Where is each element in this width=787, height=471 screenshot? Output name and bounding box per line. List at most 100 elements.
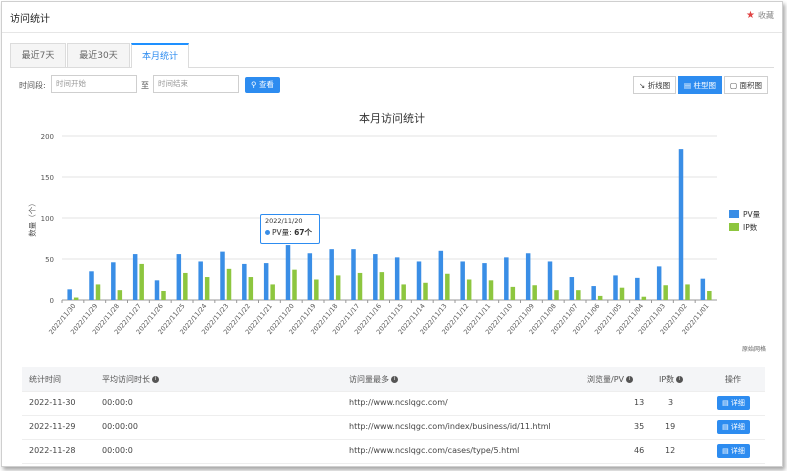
- chart-icon: ▤: [722, 399, 729, 407]
- y-tick-label: 200: [41, 133, 54, 141]
- info-icon[interactable]: i: [152, 376, 159, 383]
- ip-bar: [597, 295, 603, 300]
- ip-bar: [161, 290, 166, 300]
- chart-source-link[interactable]: 原始网格: [742, 344, 766, 353]
- pv-bar: [242, 263, 247, 300]
- pv-bar: [591, 286, 596, 300]
- ip-bar: [554, 290, 559, 300]
- header-pv-label: 浏览量/PV: [587, 375, 624, 384]
- ip-bar: [314, 279, 319, 300]
- tooltip-series: PV量: [272, 228, 290, 237]
- pv-bar: [613, 275, 618, 300]
- table-header-row: 统计时间 平均访问时长 i 访问量最多 i 浏览量/PV i IP数 i 操作: [22, 367, 765, 392]
- ip-bar: [466, 279, 472, 300]
- info-icon[interactable]: i: [391, 376, 398, 383]
- cell-duration: 00:00:0: [102, 446, 133, 455]
- ip-bar: [73, 297, 79, 300]
- detail-button-label: 详细: [730, 423, 745, 431]
- y-tick-label: 0: [50, 297, 54, 305]
- ip-bar: [401, 284, 406, 300]
- ip-bar: [379, 272, 385, 300]
- header-avg-duration: 平均访问时长 i: [102, 374, 159, 385]
- ip-bar: [117, 290, 123, 300]
- pv-bar: [700, 278, 706, 300]
- detail-button[interactable]: ▤ 详细: [717, 420, 750, 434]
- pv-bar: [438, 250, 444, 300]
- ip-bar: [248, 277, 254, 300]
- cell-pv: 35: [634, 422, 645, 431]
- detail-button[interactable]: ▤ 详细: [717, 444, 750, 458]
- pv-bar: [329, 249, 334, 300]
- pv-bar: [154, 280, 160, 300]
- legend-pv-swatch: [729, 210, 739, 218]
- legend-ip-label: IP数: [743, 222, 758, 232]
- pv-bar: [176, 254, 182, 300]
- pv-bar: [525, 253, 531, 300]
- ip-bar: [488, 280, 494, 300]
- ip-bar: [292, 269, 297, 300]
- cell-ip: 19: [665, 422, 676, 431]
- header-pv: 浏览量/PV i: [587, 374, 633, 385]
- detail-button-label: 详细: [730, 447, 745, 455]
- ip-bar: [641, 296, 647, 300]
- ip-bar: [445, 273, 450, 300]
- cell-date: 2022-11-28: [29, 446, 76, 455]
- info-icon[interactable]: i: [676, 376, 684, 383]
- legend-ip-swatch: [729, 223, 739, 231]
- ip-bar: [204, 277, 210, 300]
- cell-duration: 00:00:0: [102, 398, 133, 407]
- cell-duration: 00:00:00: [102, 422, 138, 431]
- cell-ip: 3: [668, 398, 674, 407]
- header-ip-label: IP数: [659, 375, 675, 384]
- detail-button-label: 详细: [730, 399, 745, 407]
- detail-button[interactable]: ▤ 详细: [717, 396, 750, 410]
- cell-date: 2022-11-29: [29, 422, 76, 431]
- y-tick-label: 100: [41, 215, 54, 223]
- pv-bar: [394, 257, 400, 300]
- chart-icon: ▤: [722, 447, 729, 455]
- chart-tooltip: 2022/11/20 PV量: 67个: [260, 214, 320, 244]
- tooltip-date: 2022/11/20: [265, 217, 303, 225]
- info-icon[interactable]: i: [626, 376, 633, 383]
- cell-ip: 12: [665, 446, 676, 455]
- series-dot-icon: [265, 230, 270, 235]
- pv-bar: [111, 262, 116, 300]
- cell-url: http://www.ncslqgc.com/index/business/id…: [349, 422, 551, 431]
- ip-bar: [335, 275, 341, 300]
- ip-bar: [270, 284, 275, 300]
- bar-chart: 050100150200数量（个）2022/11/302022/11/29202…: [27, 133, 761, 336]
- ip-bar: [510, 286, 516, 300]
- y-tick-label: 150: [41, 174, 54, 182]
- pv-bar: [482, 263, 487, 300]
- pv-bar: [220, 251, 225, 300]
- header-stat-time: 统计时间: [29, 375, 61, 384]
- cell-url: http://www.ncslqgc.com/cases/type/5.html: [349, 446, 520, 455]
- ip-bar: [576, 290, 581, 300]
- ip-bar: [532, 285, 537, 300]
- pv-bar: [307, 253, 313, 300]
- pv-bar: [132, 254, 138, 300]
- ip-bar: [423, 282, 428, 300]
- y-axis-label: 数量（个）: [27, 199, 37, 237]
- pv-bar: [678, 149, 684, 300]
- table-row: 2022-11-30 00:00:0 http://www.ncslqgc.co…: [22, 391, 765, 416]
- ip-bar: [685, 284, 690, 300]
- header-avg-duration-label: 平均访问时长: [102, 375, 150, 384]
- header-top-page: 访问量最多 i: [349, 374, 398, 385]
- pv-bar: [416, 261, 422, 300]
- ip-bar: [139, 263, 144, 300]
- pv-bar: [547, 261, 553, 300]
- pv-bar: [373, 254, 378, 300]
- pv-bar: [67, 289, 72, 300]
- table-row: 2022-11-29 00:00:00 http://www.ncslqgc.c…: [22, 415, 765, 440]
- legend-pv-label: PV量: [743, 210, 761, 219]
- ip-bar: [663, 285, 668, 300]
- header-ip: IP数 i: [659, 374, 684, 385]
- pv-bar: [285, 245, 291, 300]
- cell-pv: 46: [634, 446, 645, 455]
- stats-panel: 访问统计 ★ 收藏 最近7天 最近30天 本月统计 时间段: 时间开始 至 时间…: [1, 1, 783, 467]
- ip-bar: [619, 287, 625, 300]
- ip-bar: [707, 290, 712, 300]
- ip-bar: [226, 268, 232, 300]
- ip-bar: [183, 272, 188, 300]
